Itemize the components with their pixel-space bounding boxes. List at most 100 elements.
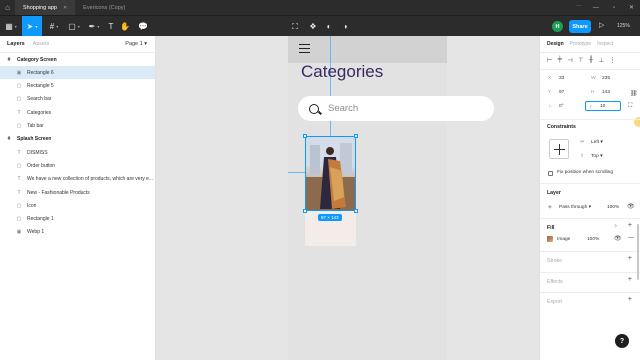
h-field[interactable]: H 143 xyxy=(591,90,610,95)
add-fill-icon[interactable]: + xyxy=(628,222,632,229)
tab-prototype[interactable]: Prototype xyxy=(570,41,591,47)
rectangle-icon: ▢ xyxy=(16,123,22,129)
fill-opacity[interactable]: 100% xyxy=(587,237,599,242)
eye-icon[interactable]: 👁 xyxy=(627,203,635,210)
layer-item[interactable]: T DISMISS xyxy=(0,146,155,159)
distribute-icon[interactable]: ⋮ xyxy=(609,57,615,64)
layer-label: DISMISS xyxy=(27,149,48,156)
radius-value: 10 xyxy=(600,103,606,109)
resize-handle[interactable] xyxy=(303,134,307,138)
search-placeholder: Search xyxy=(328,103,359,114)
avatar[interactable]: H xyxy=(552,21,563,32)
layer-item[interactable]: ▢ Order button xyxy=(0,159,155,172)
layer-item[interactable]: ▢ Search bar xyxy=(0,93,155,106)
frame-icon: # xyxy=(7,56,11,63)
mask-icon[interactable]: ◐ xyxy=(322,16,336,37)
boolean-icon[interactable]: ◑ xyxy=(338,16,352,37)
add-export-icon[interactable]: + xyxy=(628,296,632,303)
minimize-icon[interactable]: — xyxy=(593,5,599,11)
layer-item[interactable]: T Categories xyxy=(0,106,155,119)
tab-inspect[interactable]: Inspect xyxy=(597,41,613,47)
layer-item[interactable]: ▢ Tab bar xyxy=(0,120,155,133)
scrollbar[interactable] xyxy=(637,224,639,280)
fill-styles-icon[interactable]: ⁘ xyxy=(613,223,618,230)
tab-label: Evericons (Copy) xyxy=(83,4,126,11)
blend-mode-select[interactable]: ◈ Pass through ▾ xyxy=(548,205,591,210)
align-center-h-icon[interactable]: ╪ xyxy=(558,57,562,64)
layer-label: Icon xyxy=(27,202,37,209)
layer-label: New - Fashionable Products xyxy=(27,189,90,196)
pen-tool-icon[interactable]: ✒ ▾ xyxy=(85,16,103,37)
fix-position-checkbox[interactable] xyxy=(548,171,553,176)
canvas[interactable]: Categories Search 97 × 143 xyxy=(156,36,539,360)
align-right-icon[interactable]: ⊣ xyxy=(568,57,573,64)
align-top-icon[interactable]: ⊤ xyxy=(578,57,583,64)
home-icon[interactable]: ⌂ xyxy=(0,0,15,15)
eye-icon[interactable]: 👁 xyxy=(614,235,622,242)
remove-fill-icon[interactable]: — xyxy=(628,235,634,241)
add-stroke-icon[interactable]: + xyxy=(628,255,632,262)
divider xyxy=(540,218,640,219)
hand-tool-icon[interactable]: ✋ xyxy=(119,16,131,37)
help-button[interactable]: ? xyxy=(615,334,629,348)
add-effect-icon[interactable]: + xyxy=(628,276,632,283)
resize-handle[interactable] xyxy=(354,209,358,213)
rotation-field[interactable]: ∟ 0° xyxy=(548,104,564,109)
layer-item[interactable]: ▢ Rectangle 5 xyxy=(0,80,155,93)
tab-shopping-app[interactable]: Shopping app ✕ xyxy=(15,0,76,15)
layer-opacity[interactable]: 100% xyxy=(607,205,619,210)
x-field[interactable]: X 33 xyxy=(548,76,564,81)
resize-handle[interactable] xyxy=(354,134,358,138)
resize-handle[interactable] xyxy=(303,209,307,213)
corner-radius-input[interactable]: ╭ 10 xyxy=(585,101,621,111)
maximize-icon[interactable]: ▫ xyxy=(613,5,615,11)
crop-icon[interactable]: ⛶ xyxy=(288,16,302,37)
main-menu-icon[interactable]: ▦ ▾ xyxy=(2,16,20,37)
constraints-title: Constraints xyxy=(547,124,576,130)
zoom-level[interactable]: 125% xyxy=(617,23,630,29)
present-icon[interactable]: ▷ xyxy=(599,21,604,29)
independent-corners-icon[interactable]: ⛶ xyxy=(628,103,632,110)
search-bar[interactable]: Search xyxy=(298,96,494,121)
share-button[interactable]: Share xyxy=(569,20,591,33)
layer-item[interactable]: T We have a new collection of products, w… xyxy=(0,173,155,186)
text-tool-icon[interactable]: T xyxy=(105,16,117,37)
layer-item[interactable]: ▢ Icon xyxy=(0,199,155,212)
constraints-widget[interactable] xyxy=(549,139,569,159)
more-icon[interactable]: ··· xyxy=(576,3,582,9)
frame-tool-icon[interactable]: # ▾ xyxy=(45,16,63,37)
align-bottom-icon[interactable]: ⊥ xyxy=(599,57,604,64)
shape-tool-icon[interactable]: ▢ ▾ xyxy=(65,16,83,37)
horizontal-constraint-select[interactable]: ⇹ Left ▾ xyxy=(580,140,603,145)
layer-label: Splash Screen xyxy=(17,136,52,143)
export-title: Export xyxy=(547,299,562,305)
layer-item[interactable]: # Category Screen xyxy=(0,53,155,66)
tab-assets[interactable]: Assets xyxy=(33,41,50,47)
divider xyxy=(540,292,640,293)
y-field[interactable]: Y 97 xyxy=(548,90,564,95)
tab-design[interactable]: Design xyxy=(547,41,564,47)
page-selector[interactable]: Page 1 ▾ xyxy=(125,41,147,47)
vertical-constraint-select[interactable]: ⇳ Top ▾ xyxy=(580,154,602,159)
move-tool-icon[interactable]: ➤ ▾ xyxy=(22,16,42,37)
comment-tool-icon[interactable]: 💬 xyxy=(136,16,150,37)
close-window-icon[interactable]: ✕ xyxy=(629,4,634,11)
layer-item[interactable]: ▣ Webp 1 xyxy=(0,226,155,239)
layer-item[interactable]: # Splash Screen xyxy=(0,133,155,146)
tab-layers[interactable]: Layers xyxy=(7,41,25,47)
fill-type[interactable]: Image xyxy=(557,237,570,242)
tab-evericons-copy[interactable]: Evericons (Copy) xyxy=(75,0,133,15)
image-fill-thumbnail[interactable] xyxy=(547,236,553,242)
layer-item[interactable]: ▢ Rectangle 1 xyxy=(0,213,155,226)
frame-icon: # xyxy=(7,136,11,143)
align-center-v-icon[interactable]: ╫ xyxy=(589,57,593,64)
layer-item[interactable]: ▣ Rectangle 6 xyxy=(0,66,155,80)
close-icon[interactable]: ✕ xyxy=(63,5,67,11)
layer-item[interactable]: T New - Fashionable Products xyxy=(0,186,155,199)
rectangle-icon: ▢ xyxy=(16,96,22,103)
constrain-proportions-icon[interactable]: ⛓ xyxy=(630,90,638,97)
align-left-icon[interactable]: ⊢ xyxy=(547,57,552,64)
h-label: H xyxy=(591,90,595,95)
w-field[interactable]: W 235 xyxy=(591,76,610,81)
component-icon[interactable]: ❖ xyxy=(306,16,320,37)
